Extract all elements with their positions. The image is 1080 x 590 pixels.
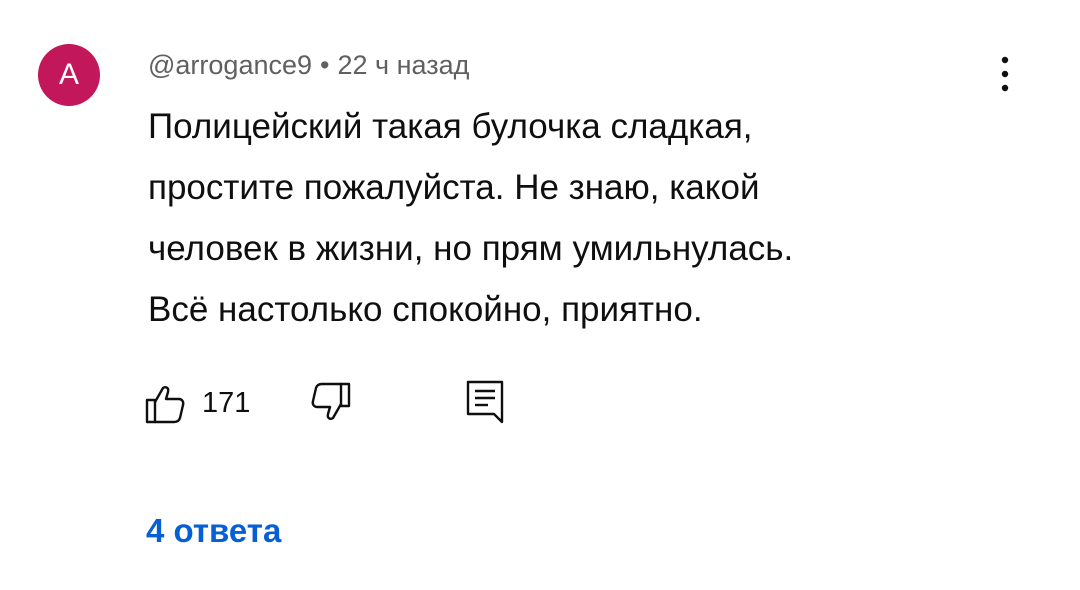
reply-button[interactable] [462, 378, 508, 428]
author-handle[interactable]: @arrogance9 [148, 50, 312, 80]
meta-separator: • [320, 50, 330, 80]
like-button[interactable]: 171 [142, 378, 250, 428]
comment-text: Полицейский такая булочка сладкая, прост… [148, 96, 1028, 340]
comment-line: Всё настолько спокойно, приятно. [148, 290, 703, 329]
thumbs-down-icon [311, 382, 351, 420]
comment-line: простите пожалуйста. Не знаю, какой [148, 168, 760, 207]
timestamp: 22 ч назад [337, 50, 470, 80]
more-options-button[interactable] [985, 52, 1025, 96]
more-vertical-icon [1001, 56, 1009, 92]
comment-meta: @arrogance9 • 22 ч назад [148, 48, 469, 82]
comment-line: Полицейский такая булочка сладкая, [148, 107, 753, 146]
dislike-button[interactable] [308, 378, 354, 428]
comment-line: человек в жизни, но прям умильнулась. [148, 229, 794, 268]
comment-reply-icon [466, 380, 504, 424]
like-count: 171 [202, 386, 251, 419]
thumbs-up-icon [145, 386, 185, 424]
avatar[interactable]: A [38, 44, 100, 106]
avatar-letter: A [58, 58, 79, 91]
view-replies-link[interactable]: 4 ответа [146, 512, 281, 550]
